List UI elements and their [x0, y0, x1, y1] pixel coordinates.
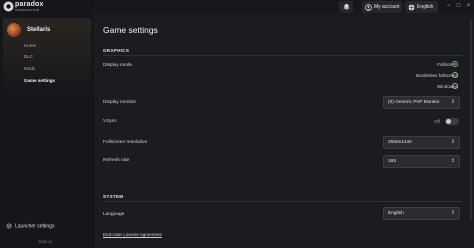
- graphics-divider: [103, 55, 462, 56]
- resolution-select[interactable]: 2560x1440 ⇕: [383, 136, 460, 149]
- chevron-updown-icon: ⇕: [450, 139, 455, 145]
- radio-fullscreen[interactable]: [452, 61, 458, 67]
- launcher-settings-label: Launcher settings: [15, 223, 55, 230]
- system-divider: [103, 201, 462, 202]
- language-setting-value: English: [388, 211, 404, 216]
- paradox-logo: paradox INTERACTIVE: [3, 1, 63, 13]
- system-heading: SYSTEM: [103, 194, 124, 199]
- display-monitor-value: (0) Generic PnP Monitor: [388, 100, 440, 105]
- display-mode-label: Display mode: [103, 63, 133, 68]
- game-thumbnail: [7, 23, 21, 37]
- my-account-label: My account: [374, 4, 400, 10]
- resolution-value: 2560x1440: [388, 140, 412, 145]
- sidebar: paradox INTERACTIVE Stellaris Home DLC M…: [0, 0, 94, 248]
- eula-link[interactable]: End-User License Agreement: [103, 232, 162, 237]
- vsync-state-label: Off: [434, 119, 440, 124]
- refresh-rate-value: 165: [388, 159, 397, 164]
- my-account-button[interactable]: My account: [362, 1, 402, 13]
- scrollbar[interactable]: [470, 20, 472, 220]
- sidebar-item-mods[interactable]: Mods: [24, 66, 35, 71]
- sidebar-item-home[interactable]: Home: [24, 43, 36, 48]
- vsync-toggle[interactable]: [445, 118, 459, 125]
- logo-subtitle: INTERACTIVE: [15, 8, 40, 12]
- game-title: Stellaris: [27, 27, 51, 33]
- language-setting-label: Language: [103, 212, 125, 217]
- display-monitor-label: Display monitor: [103, 100, 137, 105]
- language-select[interactable]: English ⇕: [383, 207, 460, 220]
- radio-windowed[interactable]: [452, 83, 458, 89]
- display-monitor-select[interactable]: (0) Generic PnP Monitor ⇕: [383, 96, 460, 109]
- maximize-icon[interactable]: □: [455, 3, 462, 10]
- minimize-icon[interactable]: −: [445, 3, 452, 10]
- refresh-rate-label: Refresh rate: [103, 158, 130, 163]
- chevron-updown-icon: ⇕: [450, 99, 455, 105]
- globe-icon: [408, 3, 415, 11]
- graphics-heading: GRAPHICS: [103, 48, 130, 53]
- user-icon: [365, 3, 372, 11]
- paradox-logo-icon: [3, 1, 14, 12]
- language-label: English: [417, 4, 434, 10]
- close-icon[interactable]: ×: [465, 3, 472, 10]
- radio-borderless-fullscreen[interactable]: [452, 72, 458, 78]
- page-title: Game settings: [103, 25, 158, 35]
- chevron-updown-icon: ⇕: [450, 158, 455, 164]
- resolution-label: Fullscreen resolution: [103, 140, 148, 145]
- chevron-updown-icon: ⇕: [450, 210, 455, 216]
- refresh-rate-select[interactable]: 165 ⇕: [383, 155, 460, 168]
- language-button[interactable]: English: [405, 1, 438, 13]
- sidebar-item-game-settings[interactable]: Game settings: [24, 78, 55, 83]
- sidebar-item-dlc[interactable]: DLC: [24, 54, 33, 59]
- vsync-label: VSync: [103, 119, 117, 124]
- bell-icon: [343, 4, 349, 10]
- gear-icon: [6, 223, 12, 229]
- version-label: 2022.11: [38, 239, 53, 244]
- launcher-settings-button[interactable]: Launcher settings: [6, 223, 54, 229]
- notifications-button[interactable]: [339, 1, 353, 13]
